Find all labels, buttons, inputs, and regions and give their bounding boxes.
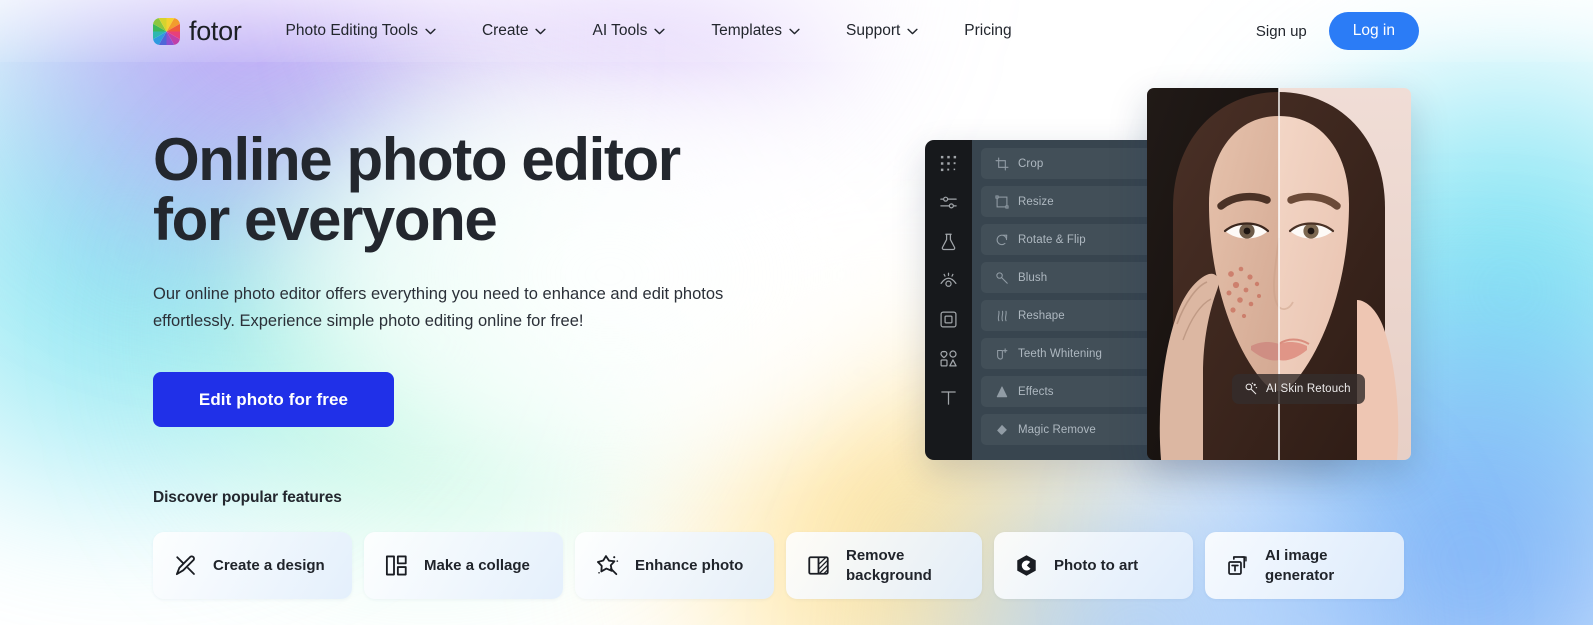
tool-label: Teeth Whitening bbox=[1018, 347, 1102, 360]
text-icon[interactable] bbox=[939, 388, 958, 407]
crop-icon bbox=[995, 157, 1009, 170]
feature-label: AI image generator bbox=[1265, 546, 1335, 584]
nav-label: Support bbox=[846, 22, 901, 39]
nav-label: Pricing bbox=[964, 22, 1012, 39]
tool-label: Effects bbox=[1018, 385, 1054, 398]
main-navigation: Photo Editing Tools Create AI Tools Temp… bbox=[263, 0, 1035, 62]
resize-icon bbox=[995, 194, 1009, 209]
features-heading: Discover popular features bbox=[153, 489, 342, 506]
feature-label: Enhance photo bbox=[635, 556, 744, 574]
feature-label: Create a design bbox=[213, 556, 325, 574]
ai-image-generator-icon bbox=[1228, 556, 1247, 575]
hero-subtitle: Our online photo editor offers everythin… bbox=[153, 285, 724, 330]
feature-card-make-a-collage[interactable]: Make a collage bbox=[364, 532, 563, 599]
dots-grid-icon[interactable] bbox=[939, 154, 958, 173]
feature-card-ai-image-generator[interactable]: AI image generator bbox=[1205, 532, 1404, 599]
fotor-color-wheel-icon bbox=[153, 17, 180, 45]
tool-label: Resize bbox=[1018, 195, 1054, 208]
tool-label: Crop bbox=[1018, 157, 1044, 170]
feature-card-enhance-photo[interactable]: Enhance photo bbox=[575, 532, 774, 599]
shapes-icon[interactable] bbox=[939, 349, 958, 368]
nav-label: AI Tools bbox=[592, 22, 648, 39]
teeth-whitening-icon bbox=[997, 347, 1008, 360]
adjust-sliders-icon[interactable] bbox=[939, 193, 958, 212]
logo[interactable]: fotor bbox=[153, 15, 242, 46]
tool-label: Blush bbox=[1018, 271, 1048, 284]
logo-text: fotor bbox=[189, 15, 242, 46]
nav-label: Photo Editing Tools bbox=[285, 22, 418, 39]
header-actions: Sign up Log in bbox=[1256, 12, 1419, 50]
popular-features-section: Discover popular features Create a desig… bbox=[153, 489, 1404, 599]
sign-up-button[interactable]: Sign up bbox=[1256, 23, 1307, 40]
effects-icon bbox=[996, 385, 1008, 397]
feature-card-row: Create a design Make a collage Enhance p… bbox=[153, 532, 1404, 599]
tool-label: Magic Remove bbox=[1018, 423, 1096, 436]
page-title: Online photo editor for everyone bbox=[153, 126, 681, 253]
magic-remove-icon bbox=[997, 424, 1007, 435]
fotor-landing-page: fotor Photo Editing Tools Create AI Tool… bbox=[0, 0, 1593, 625]
chevron-down-icon bbox=[425, 28, 436, 34]
feature-label: Remove background bbox=[846, 546, 932, 584]
nav-item-support[interactable]: Support bbox=[823, 0, 941, 62]
feature-card-remove-background[interactable]: Remove background bbox=[786, 532, 982, 599]
nav-label: Create bbox=[481, 22, 529, 39]
editor-tool-rail bbox=[925, 140, 972, 460]
feature-card-photo-to-art[interactable]: Photo to art bbox=[994, 532, 1193, 599]
feature-card-create-a-design[interactable]: Create a design bbox=[153, 532, 352, 599]
nav-item-photo-editing-tools[interactable]: Photo Editing Tools bbox=[263, 0, 459, 62]
feature-label: Make a collage bbox=[424, 556, 530, 574]
nav-label: Templates bbox=[711, 22, 782, 39]
tool-label: Rotate & Flip bbox=[1018, 233, 1086, 246]
reshape-icon bbox=[997, 310, 1007, 321]
frame-icon[interactable] bbox=[939, 310, 958, 329]
portrait-image bbox=[1147, 88, 1411, 460]
nav-item-create[interactable]: Create bbox=[459, 0, 570, 62]
chevron-down-icon bbox=[907, 28, 918, 34]
edit-photo-for-free-button[interactable]: Edit photo for free bbox=[153, 372, 394, 428]
chevron-down-icon bbox=[654, 28, 665, 34]
flask-icon[interactable] bbox=[939, 232, 958, 251]
photo-to-art-hexagon-icon bbox=[1017, 555, 1036, 576]
ai-skin-retouch-badge[interactable]: AI Skin Retouch bbox=[1232, 374, 1365, 404]
collage-grid-icon bbox=[385, 555, 407, 576]
retouch-eye-icon[interactable] bbox=[939, 271, 958, 290]
log-in-button[interactable]: Log in bbox=[1328, 12, 1419, 50]
chevron-down-icon bbox=[535, 28, 547, 34]
design-tools-icon bbox=[175, 555, 195, 576]
magic-wand-icon bbox=[596, 555, 619, 576]
hero-section: Online photo editor for everyone Our onl… bbox=[153, 126, 813, 428]
ai-skin-retouch-label: AI Skin Retouch bbox=[1266, 383, 1351, 395]
feature-label: Photo to art bbox=[1054, 556, 1139, 574]
rotate-icon bbox=[996, 234, 1008, 245]
nav-item-templates[interactable]: Templates bbox=[688, 0, 823, 62]
chevron-down-icon bbox=[789, 28, 800, 34]
remove-background-icon bbox=[808, 556, 829, 575]
nav-item-ai-tools[interactable]: AI Tools bbox=[569, 0, 688, 62]
site-header: fotor Photo Editing Tools Create AI Tool… bbox=[0, 0, 1593, 62]
blush-icon bbox=[996, 271, 1008, 284]
nav-item-pricing[interactable]: Pricing bbox=[941, 0, 1034, 62]
tool-label: Reshape bbox=[1018, 309, 1065, 322]
ai-skin-retouch-icon bbox=[1245, 382, 1258, 395]
before-after-portrait bbox=[1147, 88, 1411, 460]
